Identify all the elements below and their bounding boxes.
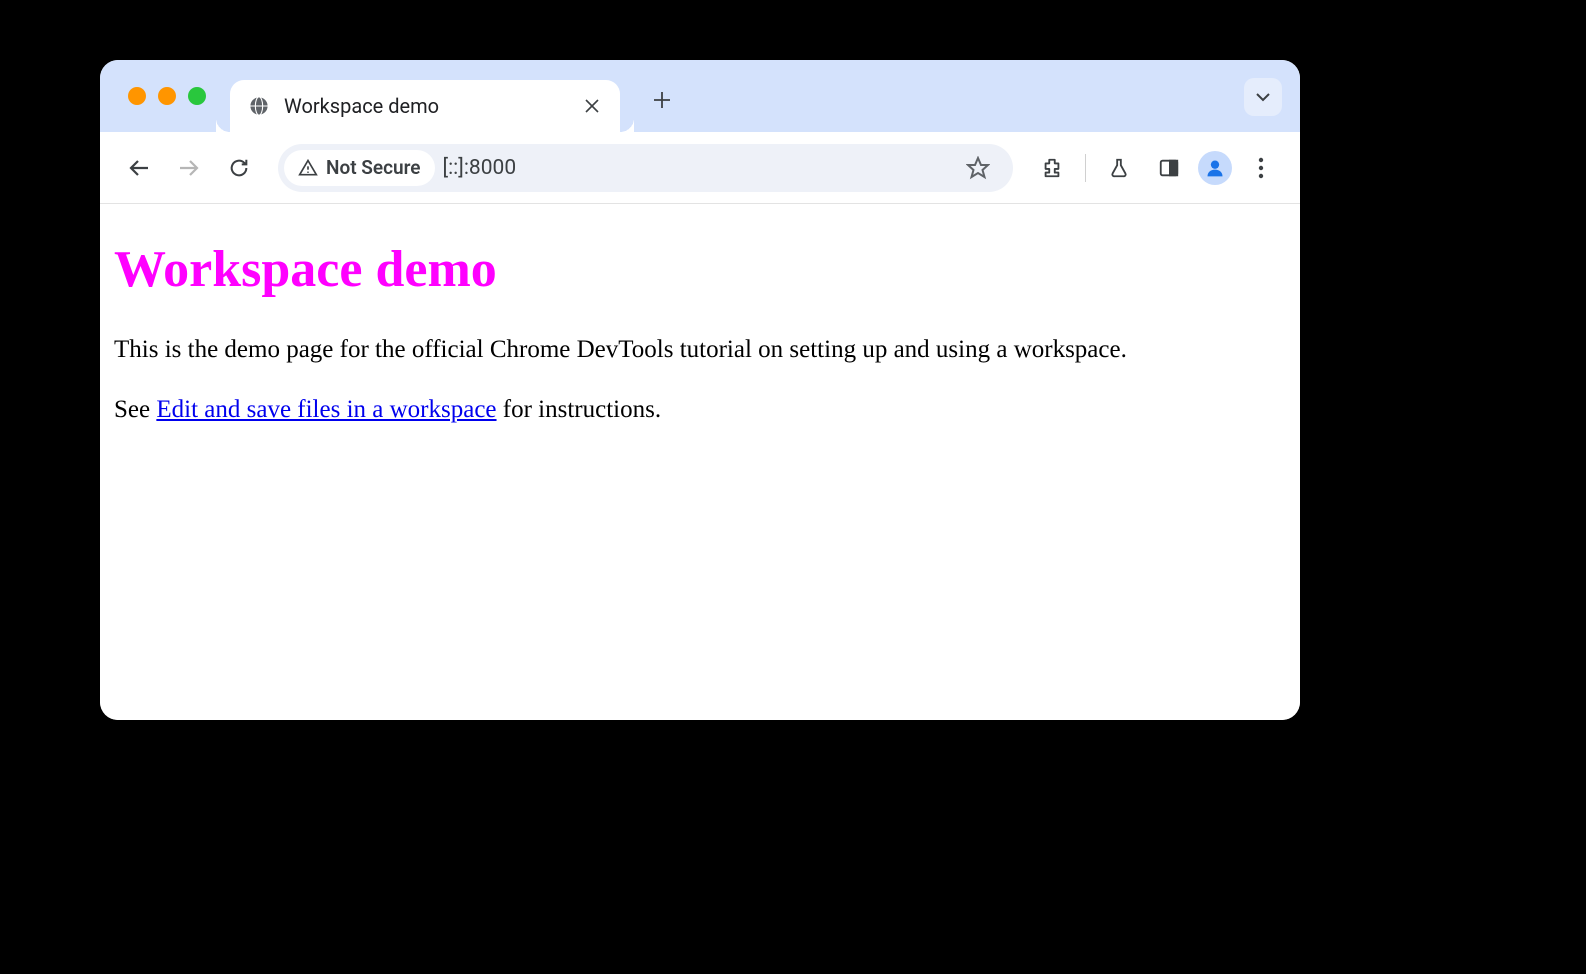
extensions-button[interactable] [1031,147,1073,189]
labs-button[interactable] [1098,147,1140,189]
tab-title: Workspace demo [284,94,568,118]
window-fullscreen-button[interactable] [188,87,206,105]
tutorial-link[interactable]: Edit and save files in a workspace [156,396,496,423]
tab-close-button[interactable] [582,96,602,116]
browser-window: Workspace demo Not Secure [100,60,1300,720]
side-panel-button[interactable] [1148,147,1190,189]
warning-icon [298,158,318,178]
menu-button[interactable] [1240,147,1282,189]
window-controls [128,87,206,105]
new-tab-button[interactable] [644,82,680,118]
window-close-button[interactable] [128,87,146,105]
page-heading: Workspace demo [114,240,1286,299]
browser-toolbar: Not Secure [::]:8000 [100,132,1300,204]
instructions-paragraph: See Edit and save files in a workspace f… [114,393,1286,427]
tab-strip: Workspace demo [100,60,1300,132]
forward-button[interactable] [168,147,210,189]
security-label: Not Secure [326,156,421,179]
address-bar[interactable]: Not Secure [::]:8000 [278,144,1013,192]
reload-button[interactable] [218,147,260,189]
page-content: Workspace demo This is the demo page for… [100,204,1300,720]
text-prefix: See [114,396,156,423]
globe-icon [248,95,270,117]
bookmark-button[interactable] [957,147,999,189]
text-suffix: for instructions. [497,396,662,423]
window-minimize-button[interactable] [158,87,176,105]
security-chip[interactable]: Not Secure [284,150,435,186]
toolbar-divider [1085,154,1086,182]
url-text: [::]:8000 [443,156,949,180]
profile-button[interactable] [1198,151,1232,185]
browser-tab[interactable]: Workspace demo [230,80,620,132]
back-button[interactable] [118,147,160,189]
intro-paragraph: This is the demo page for the official C… [114,333,1286,367]
tab-search-button[interactable] [1244,78,1282,116]
